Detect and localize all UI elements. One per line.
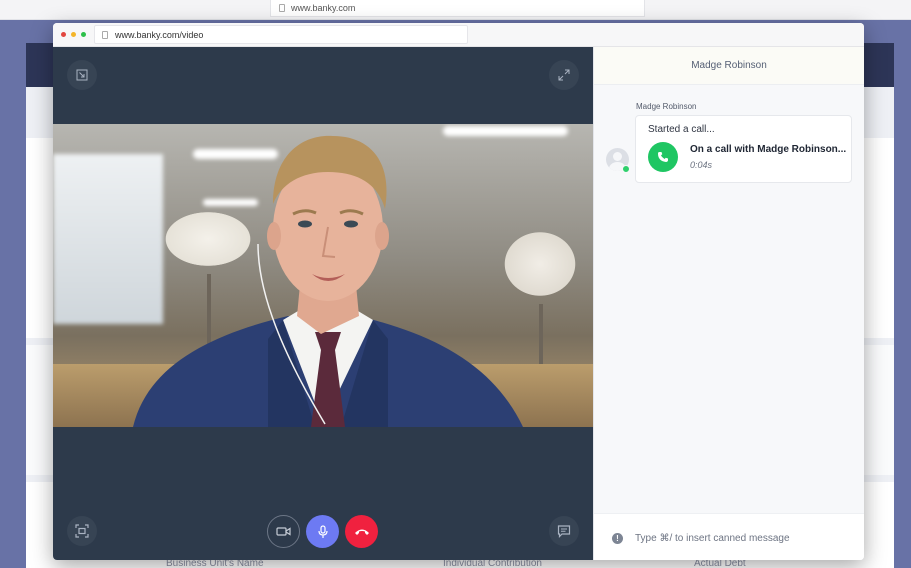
info-icon[interactable]: ! xyxy=(612,533,623,544)
phone-icon xyxy=(648,142,678,172)
online-status-indicator xyxy=(622,165,630,173)
chat-panel: Madge Robinson Madge Robinson Started a … xyxy=(593,47,864,560)
minimize-video-button[interactable] xyxy=(67,60,97,90)
address-bar[interactable]: www.banky.com/video xyxy=(94,25,468,44)
message-sender: Madge Robinson xyxy=(636,102,697,111)
call-message-card[interactable]: Started a call... On a call with Madge R… xyxy=(635,115,852,183)
phone-glyph xyxy=(658,152,668,162)
background-browser-bar: www.banky.com xyxy=(0,0,911,20)
video-area xyxy=(53,47,593,560)
minimize-dot[interactable] xyxy=(71,32,76,37)
expand-icon xyxy=(558,69,570,81)
mic-toggle-button[interactable] xyxy=(306,515,339,548)
zoom-dot[interactable] xyxy=(81,32,86,37)
close-dot[interactable] xyxy=(61,32,66,37)
call-status-text: Started a call... xyxy=(648,124,715,135)
end-call-button[interactable] xyxy=(345,515,378,548)
avatar-head xyxy=(613,152,622,161)
caller-person xyxy=(133,135,523,427)
minimize-icon xyxy=(76,69,88,81)
message-composer[interactable]: ! Type ⌘/ to insert canned message xyxy=(594,513,864,560)
background-url-text: www.banky.com xyxy=(291,3,356,13)
background-address-bar[interactable]: www.banky.com xyxy=(270,0,645,17)
chat-header: Madge Robinson xyxy=(594,47,864,85)
page-icon xyxy=(279,4,285,12)
page-icon xyxy=(102,30,108,39)
url-text: www.banky.com/video xyxy=(115,29,204,40)
camera-icon xyxy=(276,527,291,536)
remote-video-feed xyxy=(53,124,593,427)
window-titlebar: www.banky.com/video xyxy=(53,23,864,47)
call-title: On a call with Madge Robinson... xyxy=(690,144,847,155)
window-controls xyxy=(53,32,86,37)
composer-placeholder[interactable]: Type ⌘/ to insert canned message xyxy=(635,533,790,544)
contact-name: Madge Robinson xyxy=(691,60,767,71)
video-call-window: www.banky.com/video Madge Robinson Madge… xyxy=(53,23,864,560)
fullscreen-button[interactable] xyxy=(549,60,579,90)
call-duration: 0:04s xyxy=(690,160,713,170)
phone-hangup-icon xyxy=(354,529,369,535)
call-controls xyxy=(53,515,593,549)
microphone-icon xyxy=(317,524,328,538)
camera-toggle-button[interactable] xyxy=(267,515,300,548)
